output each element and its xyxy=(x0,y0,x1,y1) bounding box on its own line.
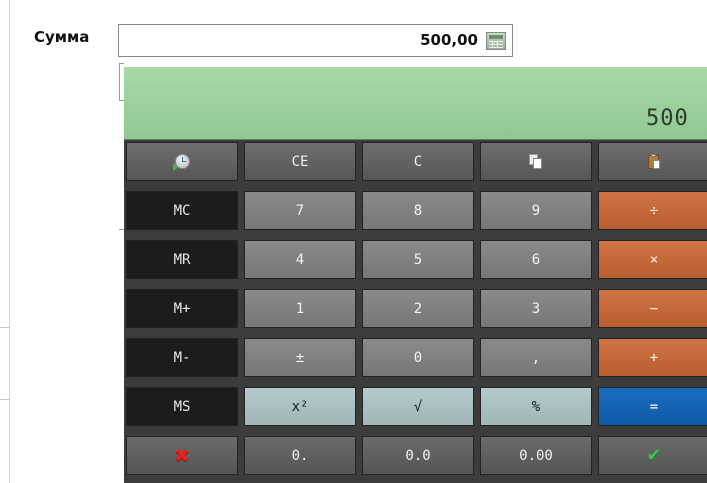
format-0-dot-button[interactable]: 0. xyxy=(244,436,356,475)
divide-button[interactable]: ÷ xyxy=(598,191,707,230)
amount-value: 500,00 xyxy=(420,31,478,49)
one-button[interactable]: 1 xyxy=(244,289,356,328)
copy-icon xyxy=(527,153,545,170)
decimal-separator-button[interactable]: , xyxy=(480,338,592,377)
mr-button[interactable]: MR xyxy=(126,240,238,279)
nine-button[interactable]: 9 xyxy=(480,191,592,230)
three-button[interactable]: 3 xyxy=(480,289,592,328)
copy-button[interactable] xyxy=(480,142,592,181)
mc-button[interactable]: MC xyxy=(126,191,238,230)
ok-button[interactable]: ✔ xyxy=(598,436,707,475)
m-minus-button[interactable]: M- xyxy=(126,338,238,377)
frame-tick xyxy=(0,399,10,400)
square-button[interactable]: x² xyxy=(244,387,356,426)
two-button[interactable]: 2 xyxy=(362,289,474,328)
history-icon xyxy=(173,153,191,171)
multiply-button[interactable]: × xyxy=(598,240,707,279)
frame-tick xyxy=(0,327,10,328)
amount-field[interactable]: 500,00 xyxy=(118,24,513,57)
format-0-00-button[interactable]: 0.00 xyxy=(480,436,592,475)
close-icon: ✖ xyxy=(174,444,190,467)
calculator-icon[interactable] xyxy=(486,32,506,50)
ce-button[interactable]: CE xyxy=(244,142,356,181)
history-button[interactable] xyxy=(126,142,238,181)
four-button[interactable]: 4 xyxy=(244,240,356,279)
plus-button[interactable]: + xyxy=(598,338,707,377)
cancel-button[interactable]: ✖ xyxy=(126,436,238,475)
amount-label: Сумма xyxy=(34,28,90,46)
plus-minus-button[interactable]: ± xyxy=(244,338,356,377)
calculator-panel: 500 CE C MC 7 8 9 ÷ MR 4 5 6 × M+ 1 2 3 … xyxy=(124,67,707,483)
eight-button[interactable]: 8 xyxy=(362,191,474,230)
minus-button[interactable]: − xyxy=(598,289,707,328)
paste-button[interactable] xyxy=(598,142,707,181)
six-button[interactable]: 6 xyxy=(480,240,592,279)
ms-button[interactable]: MS xyxy=(126,387,238,426)
display-value: 500 xyxy=(646,106,689,131)
five-button[interactable]: 5 xyxy=(362,240,474,279)
checkmark-icon: ✔ xyxy=(646,445,662,466)
zero-button[interactable]: 0 xyxy=(362,338,474,377)
calculator-popup-screen: Сумма 500,00 500 CE C MC 7 8 9 ÷ MR 4 5 xyxy=(0,0,707,483)
calculator-display: 500 xyxy=(124,67,707,140)
m-plus-button[interactable]: M+ xyxy=(126,289,238,328)
format-0-0-button[interactable]: 0.0 xyxy=(362,436,474,475)
sqrt-button[interactable]: √ xyxy=(362,387,474,426)
paste-icon xyxy=(645,153,663,170)
equals-button[interactable]: = xyxy=(598,387,707,426)
frame-border xyxy=(9,0,10,483)
percent-button[interactable]: % xyxy=(480,387,592,426)
c-button[interactable]: C xyxy=(362,142,474,181)
seven-button[interactable]: 7 xyxy=(244,191,356,230)
